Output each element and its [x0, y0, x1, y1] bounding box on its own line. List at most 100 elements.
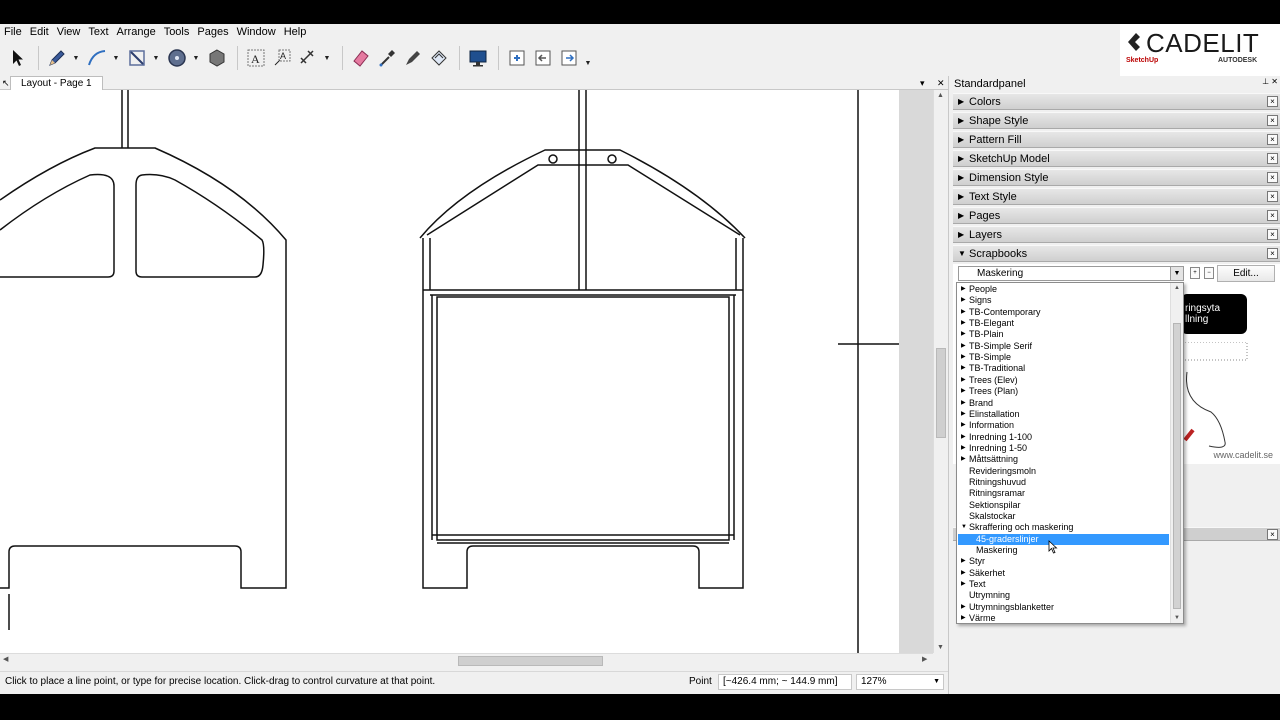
pencil-tool-dropdown[interactable]: ▼ [71, 45, 81, 71]
close-section-icon[interactable]: × [1267, 172, 1278, 183]
dimension-tool-button[interactable] [296, 45, 320, 71]
scrapbook-list-item[interactable]: Utrymning [958, 590, 1169, 601]
expand-triangle-icon[interactable]: ▶ [961, 318, 966, 329]
scrapbook-list-item[interactable]: ▶ Utrymningsblanketter [958, 602, 1169, 613]
expand-triangle-icon[interactable]: ▶ [961, 579, 966, 590]
close-section-icon[interactable]: × [1267, 210, 1278, 221]
scrapbook-list-item[interactable]: ▶ Text [958, 579, 1169, 590]
expand-triangle-icon[interactable]: ▶ [961, 375, 966, 386]
scrapbook-list-item[interactable]: ▶ TB-Simple Serif [958, 341, 1169, 352]
menu-help[interactable]: Help [280, 24, 311, 40]
expand-triangle-icon[interactable]: ▶ [961, 613, 966, 624]
zoom-select[interactable]: 127% ▼ [856, 674, 944, 690]
dropdown-scroll-thumb[interactable] [1173, 323, 1181, 609]
dimension-tool-dropdown[interactable]: ▼ [322, 45, 332, 71]
scroll-right-icon[interactable]: ▶ [922, 655, 927, 663]
scrapbook-list-item[interactable]: ▶ Styr [958, 556, 1169, 567]
canvas-vertical-scrollbar[interactable]: ▲ ▼ [933, 90, 948, 653]
section-scrapbooks[interactable]: ▼ Scrapbooks × [953, 245, 1280, 262]
select-tool-button[interactable] [6, 45, 30, 71]
horizontal-scroll-thumb[interactable] [458, 656, 603, 666]
tab-list-dropdown-icon[interactable]: ▾ [920, 76, 925, 90]
eraser-tool-button[interactable] [349, 45, 373, 71]
scrapbook-remove-icon[interactable]: − [1204, 267, 1214, 279]
rectangle-tool-button[interactable] [125, 45, 149, 71]
measurements-field[interactable]: [~426.4 mm; ~ 144.9 mm] [718, 674, 852, 690]
previous-page-button[interactable] [531, 45, 555, 71]
scrapbook-list-item[interactable]: ▶ Inredning 1-50 [958, 443, 1169, 454]
scrapbook-list-item[interactable]: ▶ Värme [958, 613, 1169, 624]
expand-triangle-icon[interactable]: ▶ [961, 556, 966, 567]
scrapbook-list-item[interactable]: ▶ Trees (Plan) [958, 386, 1169, 397]
canvas-horizontal-scrollbar[interactable]: ◀ ▶ [0, 653, 933, 667]
scrapbook-list-item[interactable]: ▶ Signs [958, 295, 1169, 306]
menu-tools[interactable]: Tools [160, 24, 194, 40]
scrapbook-list-item[interactable]: Revideringsmoln [958, 466, 1169, 477]
scroll-down-icon[interactable]: ▼ [1174, 615, 1180, 621]
expand-triangle-icon[interactable]: ▶ [961, 284, 966, 295]
arc-tool-dropdown[interactable]: ▼ [111, 45, 121, 71]
scrapbook-list-item[interactable]: ▶ Måttsättning [958, 454, 1169, 465]
circle-tool-button[interactable] [165, 45, 189, 71]
section-layers[interactable]: ▶ Layers × [953, 226, 1280, 243]
expand-triangle-icon[interactable]: ▶ [961, 602, 966, 613]
rectangle-tool-dropdown[interactable]: ▼ [151, 45, 161, 71]
expand-triangle-icon[interactable]: ▶ [961, 329, 966, 340]
add-page-button[interactable] [505, 45, 529, 71]
drawing-canvas[interactable] [0, 90, 933, 653]
scrapbook-list-item[interactable]: Ritningshuvud [958, 477, 1169, 488]
section-shape-style[interactable]: ▶ Shape Style × [953, 112, 1280, 129]
toolbar-overflow-dropdown[interactable]: ▼ [583, 45, 593, 71]
scroll-left-icon[interactable]: ◀ [3, 655, 8, 663]
pencil-tool-button[interactable] [45, 45, 69, 71]
menu-text[interactable]: Text [84, 24, 112, 40]
scrapbook-edit-button[interactable]: Edit... [1217, 265, 1275, 282]
menu-pages[interactable]: Pages [193, 24, 232, 40]
style-tool-button[interactable] [375, 45, 399, 71]
panel-pin-close-icons[interactable]: ⊥ ✕ [1262, 77, 1278, 86]
collapse-triangle-icon[interactable]: ▼ [961, 522, 967, 533]
expand-triangle-icon[interactable]: ▶ [961, 443, 966, 454]
join-tool-button[interactable] [427, 45, 451, 71]
polygon-tool-button[interactable] [205, 45, 229, 71]
scrapbook-dropdown-list[interactable]: ▶ People ▶ Signs ▶ TB-Contemporary ▶ TB-Elegant… [956, 282, 1184, 624]
label-tool-button[interactable]: A [270, 45, 294, 71]
menu-edit[interactable]: Edit [26, 24, 53, 40]
scrapbook-list-item[interactable]: ▶ TB-Contemporary [958, 307, 1169, 318]
dropdown-scrollbar[interactable]: ▲ ▼ [1170, 283, 1183, 623]
scrapbook-list-item[interactable]: ▶ Trees (Elev) [958, 375, 1169, 386]
section-sketchup-model[interactable]: ▶ SketchUp Model × [953, 150, 1280, 167]
next-page-button[interactable] [557, 45, 581, 71]
close-section-icon[interactable]: × [1267, 153, 1278, 164]
menu-arrange[interactable]: Arrange [113, 24, 160, 40]
document-tab[interactable]: Layout - Page 1 [10, 76, 103, 90]
menu-file[interactable]: File [0, 24, 26, 40]
scroll-up-icon[interactable]: ▲ [937, 92, 944, 99]
section-colors[interactable]: ▶ Colors × [953, 93, 1280, 110]
close-document-icon[interactable]: ✕ [937, 76, 945, 90]
expand-triangle-icon[interactable]: ▶ [961, 568, 966, 579]
scrapbook-list-item[interactable]: Ritningsramar [958, 488, 1169, 499]
scrapbook-list-item[interactable]: ▶ Inredning 1-100 [958, 432, 1169, 443]
expand-triangle-icon[interactable]: ▶ [961, 386, 966, 397]
scrapbook-list-item[interactable]: ▶ TB-Simple [958, 352, 1169, 363]
close-section-icon[interactable]: × [1267, 248, 1278, 259]
scrapbook-list-item[interactable]: Sektionspilar [958, 500, 1169, 511]
section-pattern-fill[interactable]: ▶ Pattern Fill × [953, 131, 1280, 148]
scrapbook-list-item[interactable]: ▶ People [958, 284, 1169, 295]
expand-triangle-icon[interactable]: ▶ [961, 295, 966, 306]
section-pages[interactable]: ▶ Pages × [953, 207, 1280, 224]
menu-window[interactable]: Window [233, 24, 280, 40]
scrapbook-dropdown-icon[interactable]: ▼ [1170, 267, 1183, 280]
expand-triangle-icon[interactable]: ▶ [961, 409, 966, 420]
scrapbook-list-item[interactable]: Skalstockar [958, 511, 1169, 522]
close-section-icon[interactable]: × [1267, 115, 1278, 126]
close-section-icon[interactable]: × [1267, 134, 1278, 145]
presentation-button[interactable] [466, 45, 490, 71]
expand-triangle-icon[interactable]: ▶ [961, 341, 966, 352]
expand-triangle-icon[interactable]: ▶ [961, 398, 966, 409]
tab-left-arrow-icon[interactable]: ↖ [2, 76, 10, 90]
close-section-icon[interactable]: × [1267, 529, 1278, 540]
circle-tool-dropdown[interactable]: ▼ [191, 45, 201, 71]
scrapbook-add-icon[interactable]: + [1190, 267, 1200, 279]
